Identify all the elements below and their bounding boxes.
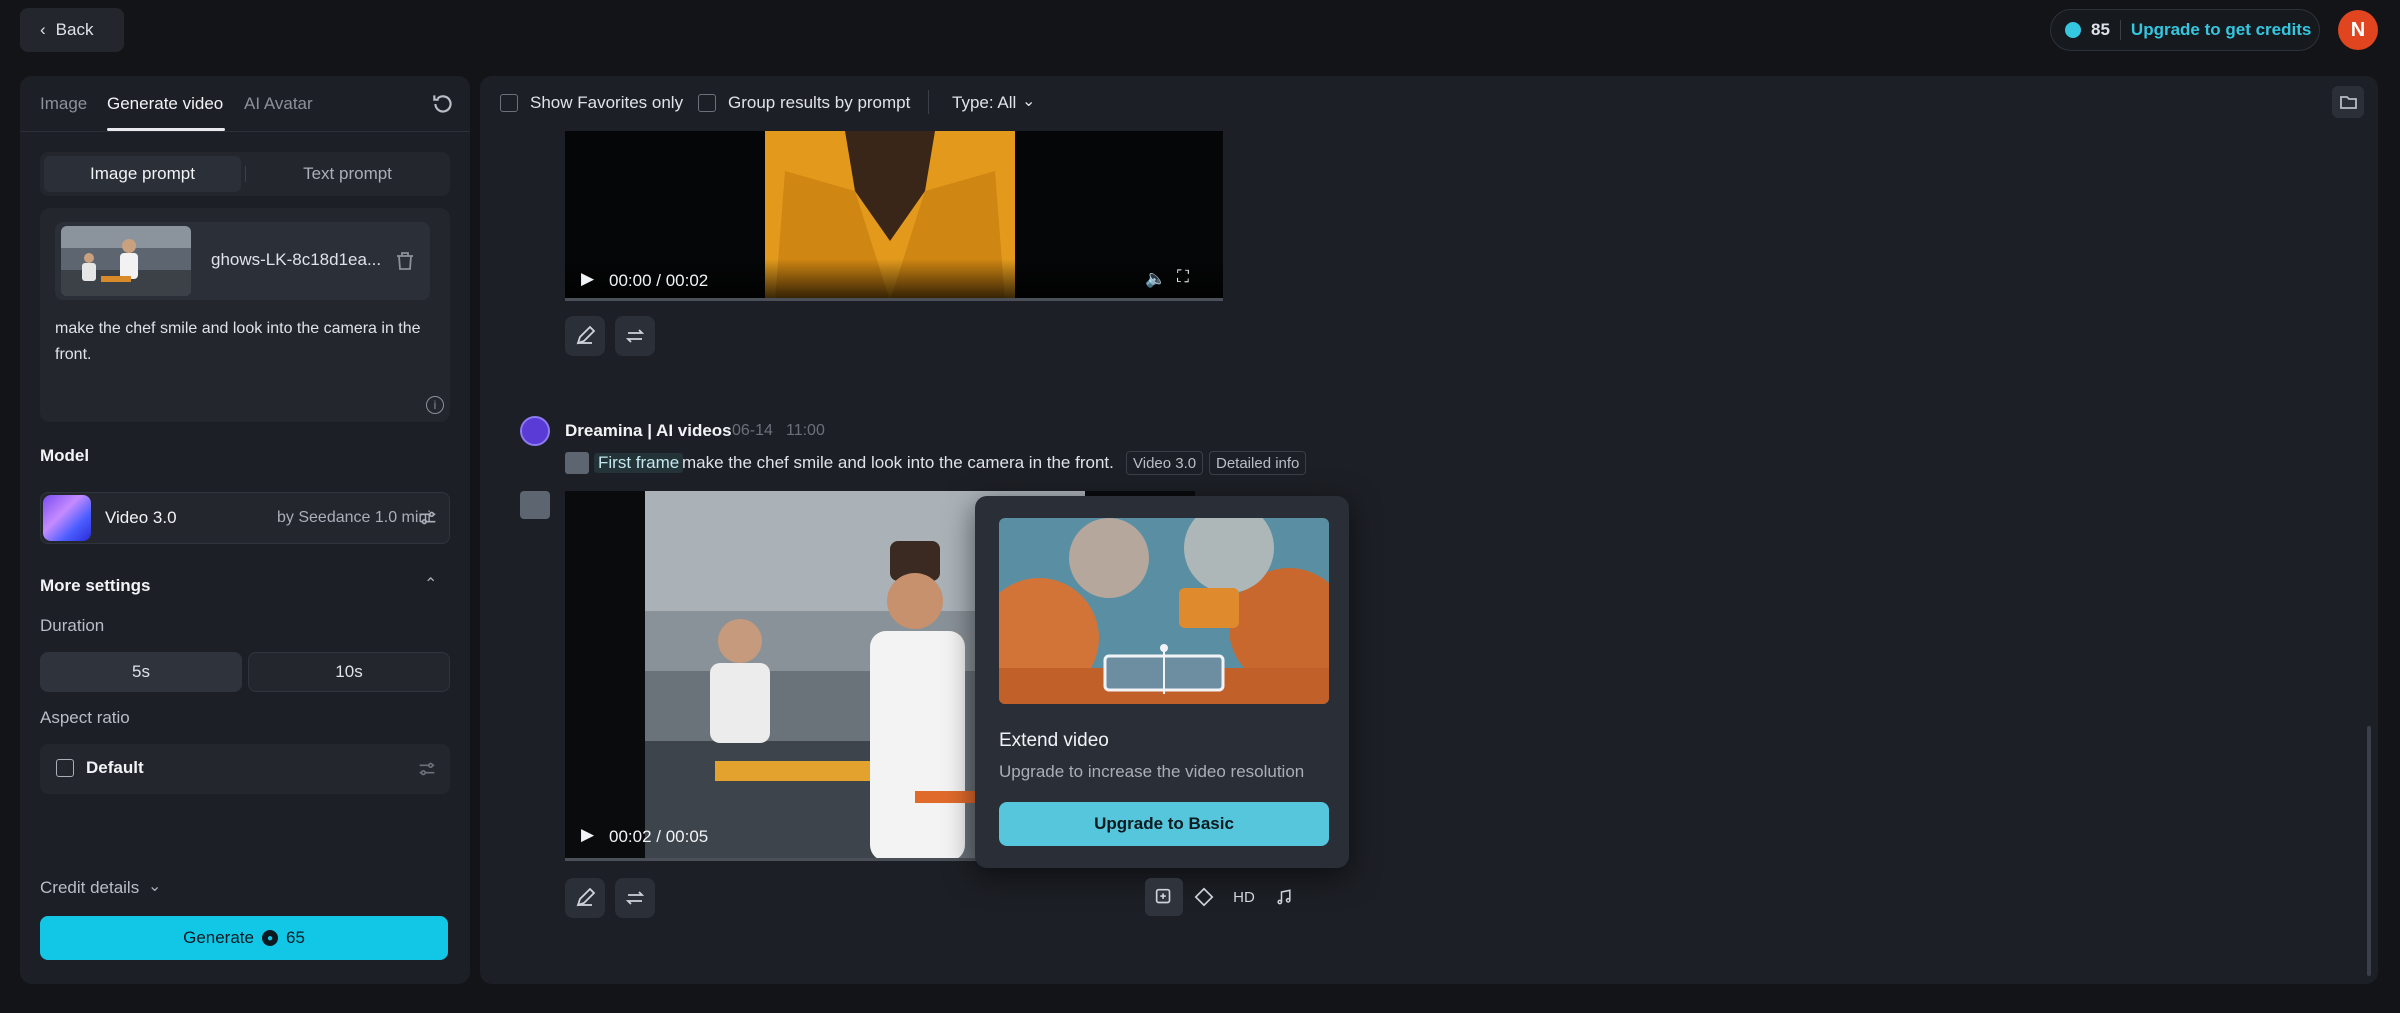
aspect-ratio-selector[interactable]: Default [40,744,450,794]
regenerate-button[interactable] [615,878,655,918]
mode-tabs: Image Generate video AI Avatar [20,76,470,132]
model-selector[interactable]: Video 3.0 by Seedance 1.0 mini [40,492,450,544]
chevron-up-icon[interactable]: ⌃ [424,574,437,594]
aspect-ratio-label: Aspect ratio [40,708,130,727]
duration-label: Duration [40,616,105,635]
folder-icon[interactable] [2332,86,2364,118]
edit-button[interactable] [565,316,605,356]
model-tag: Video 3.0 [1126,451,1204,475]
aspect-square-icon [56,759,74,777]
entry-thumbnail [520,491,550,519]
tab-generate-video[interactable]: Generate video [107,94,223,114]
hd-upscale-button[interactable]: HD [1225,878,1263,916]
chevron-down-icon[interactable]: ⌄ [148,876,161,896]
group-label[interactable]: Group results by prompt [728,93,910,113]
uploaded-image-card[interactable]: ghows-LK-8c18d1ea... [55,222,430,300]
music-note-icon [1277,889,1291,905]
uploaded-file-name: ghows-LK-8c18d1ea... [211,250,382,269]
generate-cost: 65 [285,928,305,947]
more-settings-heading[interactable]: More settings [40,576,151,596]
tab-image[interactable]: Image [40,94,87,114]
pencil-icon [576,325,596,345]
chevron-left-icon: ‹ [40,20,46,39]
extend-video-popup: Extend video Upgrade to increase the vid… [975,496,1349,868]
repeat-icon [625,329,645,343]
favorites-checkbox[interactable] [500,94,518,112]
entry-time: 11:00 [786,422,825,439]
divider [928,90,929,114]
scrollbar[interactable] [2367,726,2371,976]
credit-coin-icon: ● [261,930,278,946]
progress-track[interactable] [565,298,1223,301]
generation-panel: Image Generate video AI Avatar Image pro… [20,76,470,984]
video-2-time: 00:02 / 00:05 [609,827,709,846]
trash-icon[interactable] [393,248,417,274]
tab-ai-avatar[interactable]: AI Avatar [244,94,313,114]
entry-prompt: make the chef smile and look into the ca… [682,453,1114,472]
text-prompt-option[interactable]: Text prompt [245,152,450,196]
type-filter[interactable]: Type: All [952,93,1016,113]
entry-date: 06-14 [732,422,773,439]
detailed-info-tag[interactable]: Detailed info [1209,451,1307,475]
play-icon[interactable]: ▶ [581,269,594,289]
model-heading: Model [40,446,90,465]
avatar[interactable]: N [2338,10,2378,50]
generate-label: Generate [183,928,254,947]
prompt-mode-toggle: Image prompt Text prompt [40,152,450,196]
interpolate-button[interactable] [1185,878,1223,916]
add-sound-button[interactable] [1265,878,1303,916]
fullscreen-icon[interactable]: ⛶ [1177,267,1189,287]
volume-icon[interactable]: 🔈 [1145,269,1166,289]
back-button[interactable]: ‹ Back [20,8,124,52]
aspect-value: Default [86,758,144,777]
uploaded-image-thumbnail [61,226,191,296]
credits-pill[interactable]: 85 Upgrade to get credits [2050,9,2320,51]
back-label: Back [55,20,94,39]
upgrade-to-basic-button[interactable]: Upgrade to Basic [999,802,1329,846]
model-thumbnail [43,495,91,541]
sliders-icon[interactable] [416,758,438,780]
pencil-icon [576,887,596,907]
prompt-textarea[interactable]: make the chef smile and look into the ca… [55,316,435,368]
model-provider: by Seedance 1.0 mini [277,509,431,526]
image-prompt-option[interactable]: Image prompt [40,152,245,196]
chevron-down-icon[interactable]: ⌄ [1022,91,1035,111]
prompt-box: ghows-LK-8c18d1ea... make the chef smile… [40,208,450,422]
reset-icon[interactable] [430,91,456,117]
regenerate-button[interactable] [615,316,655,356]
edit-button[interactable] [565,878,605,918]
popup-subtitle: Upgrade to increase the video resolution [999,762,1305,781]
upgrade-credits-link[interactable]: Upgrade to get credits [2131,20,2311,40]
generate-button[interactable]: Generate ● 65 [40,916,448,960]
credit-details-toggle[interactable]: Credit details [40,878,139,898]
popup-title: Extend video [999,730,1109,751]
results-panel: Show Favorites only Group results by pro… [480,76,2378,984]
first-frame-thumbnail [565,452,589,474]
entry-author: Dreamina | AI videos [565,421,732,440]
video-player-1[interactable]: ▶ 00:00 / 00:02 🔈 ⛶ [565,131,1223,301]
sliders-icon[interactable] [417,507,439,529]
active-tab-indicator [107,128,225,131]
model-name: Video 3.0 [105,508,177,527]
extend-video-button[interactable] [1145,878,1183,916]
credits-count: 85 [2091,20,2110,39]
info-icon[interactable]: i [426,396,444,414]
divider [2119,20,2121,40]
credit-coin-icon [2065,22,2081,38]
duration-5s-button[interactable]: 5s [40,652,242,692]
duration-10s-button[interactable]: 10s [248,652,450,692]
first-frame-tag[interactable]: First frame [594,453,684,473]
favorites-label[interactable]: Show Favorites only [530,93,683,113]
diamond-arrows-icon [1194,887,1214,907]
extend-icon [1155,888,1171,904]
dreamina-logo [520,416,550,446]
video-1-time: 00:00 / 00:02 [609,271,709,290]
extend-video-illustration [999,518,1329,704]
repeat-icon [625,891,645,905]
play-icon[interactable]: ▶ [581,825,594,845]
group-checkbox[interactable] [698,94,716,112]
